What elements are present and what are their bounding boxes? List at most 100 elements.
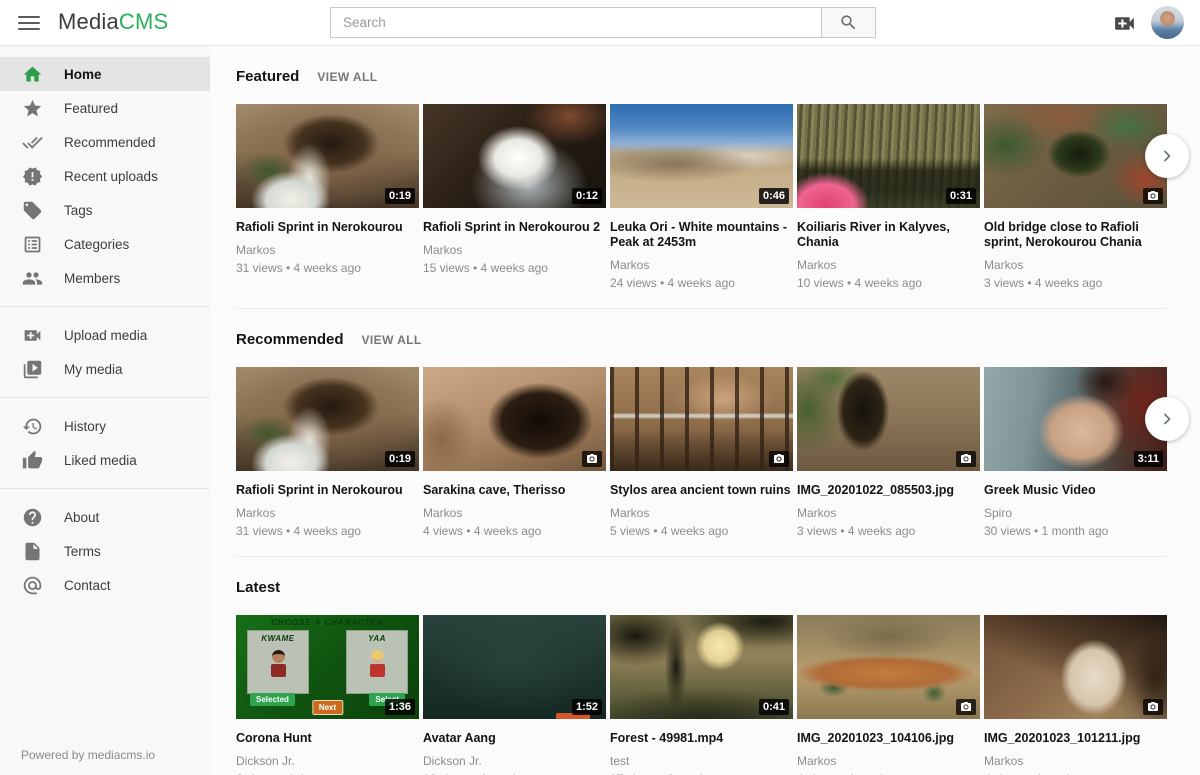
media-card[interactable]: 1:52Avatar AangDickson Jr.12 views • 1 w…: [423, 615, 606, 775]
sidebar-item-recommended[interactable]: Recommended: [0, 125, 210, 159]
duration-badge: 0:19: [385, 451, 415, 467]
view-all-link[interactable]: VIEW ALL: [317, 70, 377, 84]
media-card[interactable]: 0:41Forest - 49981.mp4test17 views • 3 w…: [610, 615, 793, 775]
media-title[interactable]: Old bridge close to Rafioli sprint, Nero…: [984, 220, 1167, 250]
media-meta: 5 views • 4 weeks ago: [610, 524, 793, 538]
media-card[interactable]: Sarakina cave, TherissoMarkos4 views • 4…: [423, 367, 606, 538]
media-title[interactable]: IMG_20201022_085503.jpg: [797, 483, 980, 498]
media-thumbnail[interactable]: [797, 367, 980, 471]
media-author[interactable]: Dickson Jr.: [423, 754, 606, 768]
media-thumbnail[interactable]: 1:52: [423, 615, 606, 719]
media-author[interactable]: Markos: [797, 754, 980, 768]
sidebar-item-label: Upload media: [64, 328, 147, 343]
game-character-panel: YAA: [346, 630, 408, 694]
sidebar-item-tags[interactable]: Tags: [0, 193, 210, 227]
view-all-link[interactable]: VIEW ALL: [362, 333, 422, 347]
sidebar-item-home[interactable]: Home: [0, 57, 210, 91]
media-card[interactable]: IMG_20201022_085503.jpgMarkos3 views • 4…: [797, 367, 980, 538]
media-title[interactable]: IMG_20201023_104106.jpg: [797, 731, 980, 746]
media-title[interactable]: IMG_20201023_101211.jpg: [984, 731, 1167, 746]
media-thumbnail[interactable]: [423, 367, 606, 471]
media-thumbnail[interactable]: CHOOSE A CHARACTERKWAMEYAASelectedNextSe…: [236, 615, 419, 719]
media-thumbnail[interactable]: [984, 104, 1167, 208]
upload-media-button[interactable]: [1110, 11, 1138, 35]
media-title[interactable]: Greek Music Video: [984, 483, 1167, 498]
search-input[interactable]: [330, 7, 821, 38]
carousel-next-button[interactable]: [1145, 134, 1189, 178]
media-thumbnail[interactable]: [610, 367, 793, 471]
media-title[interactable]: Stylos area ancient town ruins: [610, 483, 793, 498]
media-thumbnail[interactable]: 3:11: [984, 367, 1167, 471]
sidebar-item-contact[interactable]: Contact: [0, 568, 210, 602]
media-author[interactable]: test: [610, 754, 793, 768]
media-card[interactable]: 0:12 Rafioli Sprint in Nerokourou 2 Markos…: [423, 104, 606, 290]
media-title[interactable]: Rafioli Sprint in Nerokourou: [236, 220, 419, 235]
media-thumbnail[interactable]: 0:12: [423, 104, 606, 208]
media-author[interactable]: Markos: [610, 258, 793, 272]
sidebar-item-label: History: [64, 419, 106, 434]
media-author[interactable]: Dickson Jr.: [236, 754, 419, 768]
sidebar-item-label: Recent uploads: [64, 169, 158, 184]
media-author[interactable]: Markos: [610, 506, 793, 520]
media-thumbnail[interactable]: 0:19: [236, 104, 419, 208]
sidebar-item-featured[interactable]: Featured: [0, 91, 210, 125]
chevron-right-icon: [1157, 409, 1177, 429]
media-card[interactable]: IMG_20201023_101211.jpgMarkos4 views • 4…: [984, 615, 1167, 775]
media-card[interactable]: Stylos area ancient town ruins Markos 5 vi…: [610, 367, 793, 538]
media-card[interactable]: 0:19Rafioli Sprint in NerokourouMarkos31…: [236, 104, 419, 290]
media-title[interactable]: Forest - 49981.mp4: [610, 731, 793, 746]
document-icon: [21, 540, 43, 562]
media-title[interactable]: Leuka Ori - White mountains - Peak at 24…: [610, 220, 793, 250]
camera-icon: [960, 701, 972, 713]
media-thumbnail[interactable]: 0:41: [610, 615, 793, 719]
media-title[interactable]: Rafioli Sprint in Nerokourou: [236, 483, 419, 498]
sidebar-item-liked-media[interactable]: Liked media: [0, 443, 210, 477]
sidebar-item-recent-uploads[interactable]: Recent uploads: [0, 159, 210, 193]
sidebar-item-members[interactable]: Members: [0, 261, 210, 295]
media-author[interactable]: Markos: [236, 506, 419, 520]
video-call-icon: [21, 324, 43, 346]
camera-icon: [1147, 190, 1159, 202]
sidebar-item-my-media[interactable]: My media: [0, 352, 210, 386]
media-thumbnail[interactable]: [797, 615, 980, 719]
sidebar-item-upload-media[interactable]: Upload media: [0, 318, 210, 352]
media-thumbnail[interactable]: 0:19: [236, 367, 419, 471]
mediacms-logo[interactable]: MediaCMS: [58, 9, 168, 35]
media-author[interactable]: Markos: [423, 243, 606, 257]
sidebar-item-about[interactable]: About: [0, 500, 210, 534]
media-card[interactable]: Old bridge close to Rafioli sprint, Nero…: [984, 104, 1167, 290]
media-card[interactable]: 0:19Rafioli Sprint in NerokourouMarkos31…: [236, 367, 419, 538]
sidebar-item-categories[interactable]: Categories: [0, 227, 210, 261]
media-title[interactable]: Rafioli Sprint in Nerokourou 2: [423, 220, 606, 235]
chevron-right-icon: [1157, 146, 1177, 166]
duration-badge: 0:41: [759, 699, 789, 715]
user-avatar[interactable]: [1151, 6, 1184, 39]
media-card[interactable]: CHOOSE A CHARACTERKWAMEYAASelectedNextSe…: [236, 615, 419, 775]
search-button[interactable]: [821, 7, 876, 38]
media-author[interactable]: Markos: [797, 258, 980, 272]
media-card[interactable]: 0:46 Leuka Ori - White mountains - Peak a…: [610, 104, 793, 290]
sidebar-item-terms[interactable]: Terms: [0, 534, 210, 568]
media-author[interactable]: Markos: [984, 754, 1167, 768]
media-author[interactable]: Spiro: [984, 506, 1167, 520]
media-author[interactable]: Markos: [797, 506, 980, 520]
media-title[interactable]: Koiliaris River in Kalyves, Chania: [797, 220, 980, 250]
section-latest: LatestCHOOSE A CHARACTERKWAMEYAASelected…: [236, 557, 1167, 775]
media-thumbnail[interactable]: 0:31: [797, 104, 980, 208]
media-card[interactable]: 0:31 Koiliaris River in Kalyves, Chania Ma…: [797, 104, 980, 290]
media-author[interactable]: Markos: [423, 506, 606, 520]
sidebar-item-label: Terms: [64, 544, 101, 559]
media-title[interactable]: Avatar Aang: [423, 731, 606, 746]
sidebar-item-history[interactable]: History: [0, 409, 210, 443]
media-card[interactable]: 3:11Greek Music VideoSpiro30 views • 1 m…: [984, 367, 1167, 538]
media-card[interactable]: IMG_20201023_104106.jpgMarkos4 views • 4…: [797, 615, 980, 775]
media-author[interactable]: Markos: [984, 258, 1167, 272]
media-thumbnail[interactable]: 0:46: [610, 104, 793, 208]
media-author[interactable]: Markos: [236, 243, 419, 257]
media-title[interactable]: Corona Hunt: [236, 731, 419, 746]
media-title[interactable]: Sarakina cave, Therisso: [423, 483, 606, 498]
media-thumbnail[interactable]: [984, 615, 1167, 719]
photo-badge: [1143, 188, 1163, 204]
menu-button[interactable]: [16, 11, 42, 35]
carousel-next-button[interactable]: [1145, 397, 1189, 441]
